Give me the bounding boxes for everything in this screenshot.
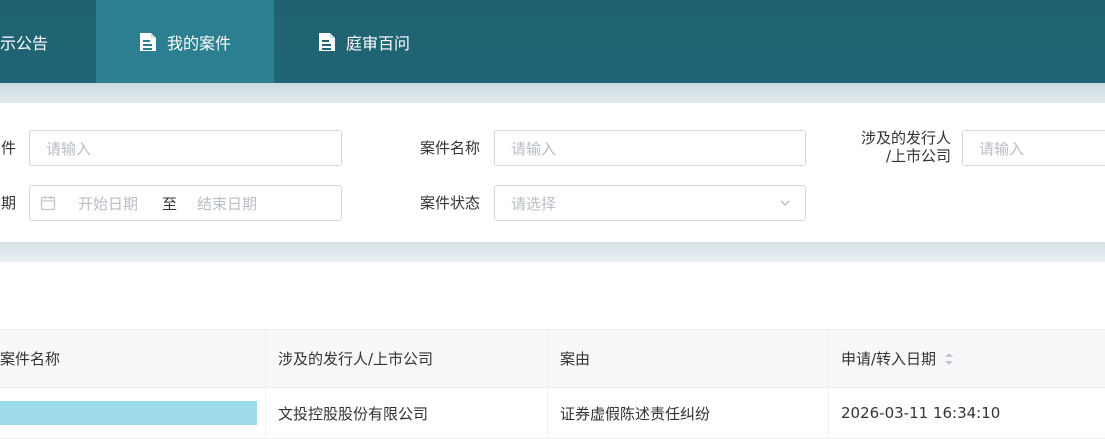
case-status-placeholder: 请选择	[511, 194, 557, 213]
column-header-cause: 案由	[548, 330, 829, 387]
sort-icon[interactable]	[944, 352, 954, 366]
column-header-date-label: 申请/转入日期	[841, 350, 937, 368]
nav-tab-label: 我的案件	[166, 33, 231, 53]
case-status-select[interactable]: 请选择	[494, 185, 806, 221]
date-field-label: 期	[0, 194, 16, 212]
date-range-picker[interactable]: 开始日期 至 结束日期	[29, 185, 342, 221]
case-input[interactable]: 请输入	[29, 130, 342, 166]
chevron-down-icon	[780, 200, 790, 206]
column-header-issuer: 涉及的发行人/上市公司	[266, 330, 548, 387]
document-icon	[139, 32, 156, 51]
table-row[interactable]: 文投控股股份有限公司 证券虚假陈述责任纠纷 2026-03-11 16:34:1…	[0, 388, 1105, 439]
case-name-label: 案件名称	[419, 139, 480, 157]
cell-cause: 证券虚假陈述责任纠纷	[548, 388, 829, 438]
case-name-placeholder: 请输入	[511, 139, 557, 158]
issuer-label-line2: /上市公司	[885, 147, 951, 165]
case-name-input[interactable]: 请输入	[494, 130, 806, 166]
case-status-label: 案件状态	[419, 194, 480, 212]
table-header: 案件名称 涉及的发行人/上市公司 案由 申请/转入日期	[0, 329, 1105, 388]
cell-case-name[interactable]	[0, 388, 266, 438]
issuer-label-line1: 涉及的发行人	[860, 129, 951, 147]
issuer-label: 涉及的发行人 /上市公司	[836, 129, 951, 165]
nav-tab-my-cases[interactable]: 我的案件	[96, 0, 274, 83]
nav-tab-label: 庭审百问	[345, 33, 410, 53]
calendar-icon	[40, 196, 56, 211]
redacted-case-name	[0, 401, 257, 425]
date-start-input[interactable]: 开始日期	[78, 193, 138, 214]
case-field-label: 件	[0, 139, 16, 157]
nav-tab-trial-faq[interactable]: 庭审百问	[274, 0, 454, 83]
document-icon	[318, 32, 335, 51]
cell-date: 2026-03-11 16:34:10	[841, 404, 1001, 422]
top-nav: 示公告 我的案件 庭审百问	[0, 0, 1105, 83]
separator-band	[0, 242, 1105, 262]
cell-issuer: 文投控股股份有限公司	[266, 388, 548, 438]
issuer-input[interactable]: 请输入	[962, 130, 1105, 166]
search-form: 件 请输入 案件名称 请输入 涉及的发行人 /上市公司 请输入 期 开始日期 至…	[0, 103, 1105, 242]
nav-tab-label: 示公告	[0, 33, 49, 53]
issuer-input-placeholder: 请输入	[979, 139, 1025, 158]
column-header-date[interactable]: 申请/转入日期	[829, 330, 1105, 387]
separator-band	[0, 83, 1105, 103]
nav-tab-announcements[interactable]: 示公告	[0, 0, 96, 83]
case-input-placeholder: 请输入	[46, 139, 92, 158]
date-range-separator: 至	[162, 194, 178, 213]
column-header-case-name: 案件名称	[0, 330, 266, 387]
date-end-input[interactable]: 结束日期	[197, 193, 257, 214]
